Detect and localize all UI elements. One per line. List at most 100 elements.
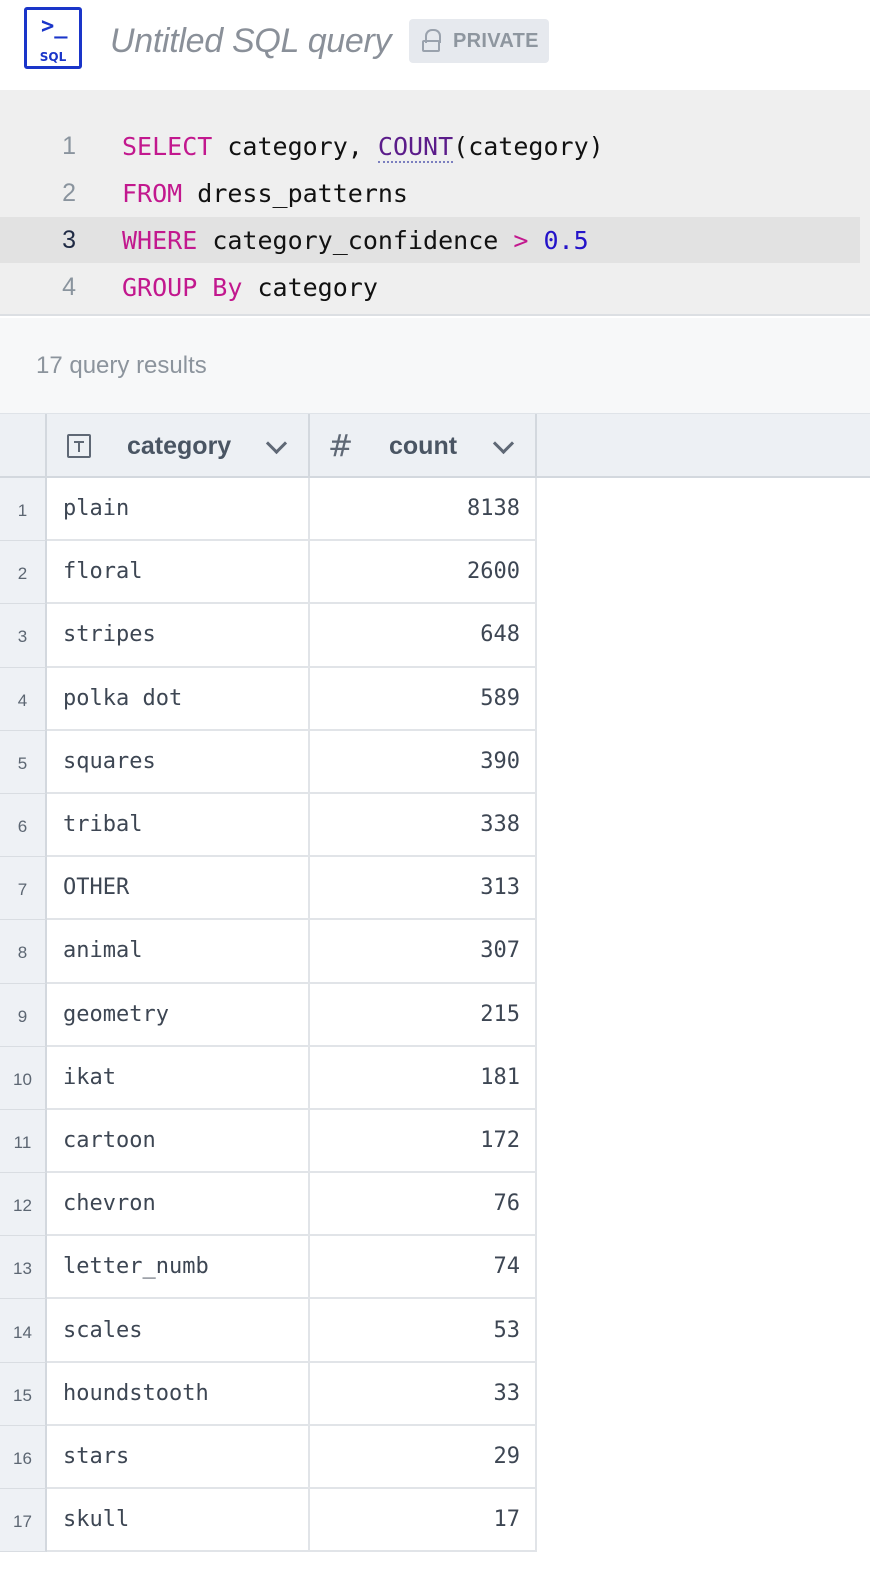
cell-category[interactable]: skull — [47, 1489, 310, 1553]
sql-keyword: WHERE — [122, 225, 198, 255]
cell-count[interactable]: 215 — [310, 983, 537, 1047]
table-row[interactable]: 6 tribal 338 — [0, 793, 870, 858]
column-header-category[interactable]: category — [47, 414, 310, 478]
cell-count[interactable]: 8138 — [310, 478, 537, 542]
cell-count[interactable]: 29 — [310, 1425, 537, 1489]
code-line[interactable]: 1 SELECT category, COUNT(category) — [0, 123, 860, 169]
row-index: 16 — [0, 1425, 47, 1489]
cell-category[interactable]: plain — [47, 478, 310, 542]
results-table: category # count 1 plain 8138 2 floral 2600 3 s… — [0, 414, 870, 1553]
cell-category[interactable]: stars — [47, 1425, 310, 1489]
results-count: 17 query results — [36, 352, 207, 379]
row-index: 1 — [0, 478, 47, 542]
cell-count[interactable]: 53 — [310, 1299, 537, 1363]
text-type-icon — [67, 434, 91, 458]
cell-count[interactable]: 74 — [310, 1236, 537, 1300]
cell-count[interactable]: 307 — [310, 920, 537, 984]
cell-count[interactable]: 338 — [310, 793, 537, 858]
row-index: 14 — [0, 1299, 47, 1363]
line-number: 2 — [62, 178, 76, 207]
row-index: 3 — [0, 604, 47, 668]
table-row[interactable]: 11 cartoon 172 — [0, 1109, 870, 1174]
table-row[interactable]: 3 stripes 648 — [0, 604, 870, 668]
row-index: 15 — [0, 1362, 47, 1426]
cell-category[interactable]: polka dot — [47, 667, 310, 731]
code-line[interactable]: 4 GROUP By category — [0, 264, 860, 310]
table-row[interactable]: 4 polka dot 589 — [0, 667, 870, 731]
sql-number: 0.5 — [543, 225, 589, 255]
cell-category[interactable]: animal — [47, 920, 310, 984]
chevron-down-icon[interactable] — [265, 432, 288, 455]
row-index: 17 — [0, 1489, 47, 1553]
query-title[interactable]: Untitled SQL query — [110, 22, 392, 61]
table-row[interactable]: 12 chevron 76 — [0, 1173, 870, 1237]
code-line[interactable]: 2 FROM dress_patterns — [0, 170, 860, 216]
cell-count[interactable]: 181 — [310, 1046, 537, 1110]
row-index: 9 — [0, 983, 47, 1047]
sql-text: category — [242, 272, 378, 302]
table-row[interactable]: 2 floral 2600 — [0, 541, 870, 605]
cell-category[interactable]: scales — [47, 1299, 310, 1363]
cell-category[interactable]: tribal — [47, 793, 310, 858]
cell-count[interactable]: 313 — [310, 857, 537, 921]
cell-category[interactable]: floral — [47, 541, 310, 605]
cell-count[interactable]: 172 — [310, 1109, 537, 1174]
row-index: 7 — [0, 857, 47, 921]
sql-text: (category) — [453, 131, 604, 161]
table-row[interactable]: 14 scales 53 — [0, 1299, 870, 1363]
cell-count[interactable]: 2600 — [310, 541, 537, 605]
cell-count[interactable]: 589 — [310, 667, 537, 731]
cell-category[interactable]: cartoon — [47, 1109, 310, 1174]
sql-editor[interactable]: 1 SELECT category, COUNT(category) 2 FROM d… — [0, 90, 870, 316]
line-number: 3 — [62, 225, 76, 254]
cell-count[interactable]: 76 — [310, 1173, 537, 1237]
sql-operator: > — [513, 225, 529, 255]
terminal-prompt-icon: >_ — [41, 14, 68, 39]
results-table-header: category # count — [0, 414, 870, 478]
line-number: 4 — [62, 272, 76, 301]
private-badge[interactable]: PRIVATE — [409, 19, 549, 63]
cell-category[interactable]: geometry — [47, 983, 310, 1047]
chevron-down-icon[interactable] — [492, 432, 515, 455]
column-header-count[interactable]: # count — [310, 414, 537, 478]
row-index: 11 — [0, 1109, 47, 1174]
table-row[interactable]: 10 ikat 181 — [0, 1046, 870, 1110]
query-header: >_ SQL Untitled SQL query PRIVATE — [0, 0, 870, 91]
cell-category[interactable]: ikat — [47, 1046, 310, 1110]
table-row[interactable]: 16 stars 29 — [0, 1425, 870, 1489]
column-name: category — [127, 431, 232, 460]
cell-category[interactable]: OTHER — [47, 857, 310, 921]
table-row[interactable]: 13 letter_numb 74 — [0, 1236, 870, 1300]
private-badge-label: PRIVATE — [453, 29, 539, 52]
cell-count[interactable]: 390 — [310, 730, 537, 794]
code-line[interactable]: 3 WHERE category_confidence > 0.5 — [0, 217, 860, 263]
line-number: 1 — [62, 131, 76, 160]
table-row[interactable]: 8 animal 307 — [0, 920, 870, 984]
sql-text: category_confidence — [197, 225, 514, 255]
cell-count[interactable]: 17 — [310, 1489, 537, 1553]
row-index: 12 — [0, 1173, 47, 1237]
row-index: 13 — [0, 1236, 47, 1300]
cell-count[interactable]: 648 — [310, 604, 537, 668]
table-row[interactable]: 7 OTHER 313 — [0, 857, 870, 921]
cell-count[interactable]: 33 — [310, 1362, 537, 1426]
code-text: GROUP By category — [122, 273, 378, 302]
cell-category[interactable]: houndstooth — [47, 1362, 310, 1426]
row-index-header — [0, 414, 47, 478]
cell-category[interactable]: chevron — [47, 1173, 310, 1237]
table-row[interactable]: 1 plain 8138 — [0, 478, 870, 542]
table-row[interactable]: 15 houndstooth 33 — [0, 1362, 870, 1426]
code-text: WHERE category_confidence > 0.5 — [122, 226, 589, 255]
cell-category[interactable]: stripes — [47, 604, 310, 668]
cell-category[interactable]: squares — [47, 730, 310, 794]
table-row[interactable]: 5 squares 390 — [0, 730, 870, 794]
hash-type-icon: # — [328, 428, 354, 464]
sql-logo-icon: >_ SQL — [24, 7, 82, 69]
table-row[interactable]: 17 skull 17 — [0, 1489, 870, 1553]
row-index: 10 — [0, 1046, 47, 1110]
sql-keyword: SELECT — [122, 131, 213, 161]
sql-function: COUNT — [377, 131, 454, 163]
table-row[interactable]: 9 geometry 215 — [0, 983, 870, 1047]
cell-category[interactable]: letter_numb — [47, 1236, 310, 1300]
code-text: SELECT category, COUNT(category) — [122, 131, 604, 163]
